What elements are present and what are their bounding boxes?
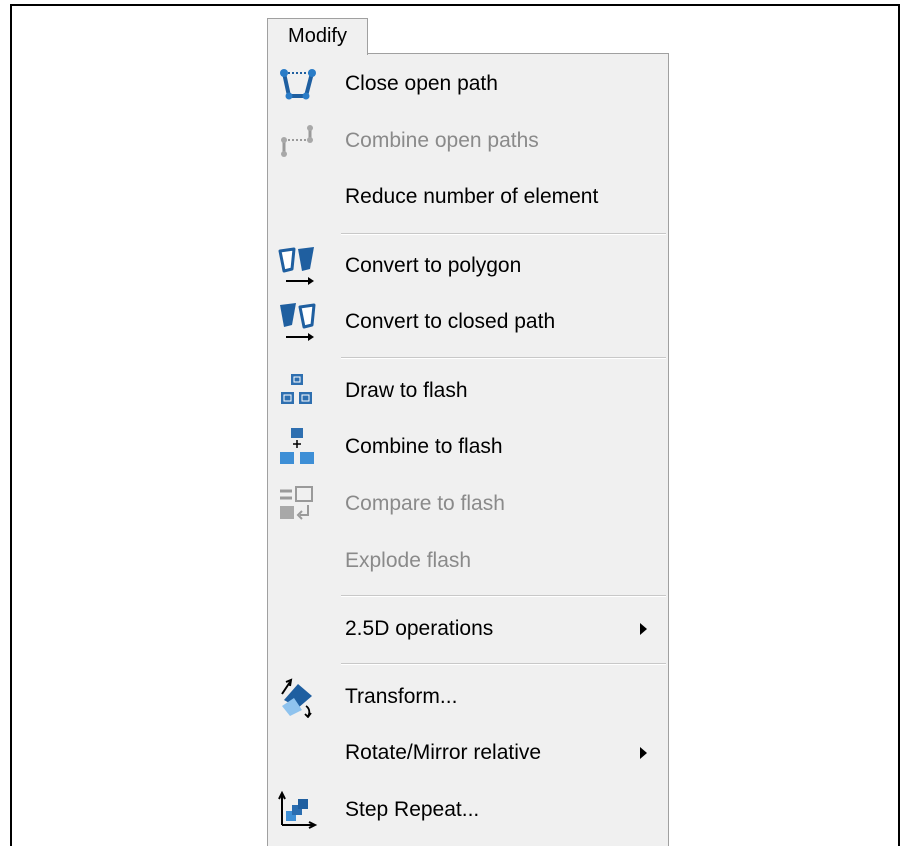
modify-dropdown-menu: Close open path Combine open paths Reduc… [267,53,669,846]
menu-item-transform[interactable]: Transform... [268,671,668,723]
menu-separator [341,357,666,359]
menu-separator [341,595,666,597]
menu-modify-tab[interactable]: Modify [267,18,368,55]
menu-item-rotate-mirror-relative[interactable]: Rotate/Mirror relative [268,727,668,779]
close-path-icon [280,69,316,100]
menu-item-compare-to-flash[interactable]: Compare to flash [268,478,668,530]
draw-flash-icon [281,374,312,404]
menu-item-label: Combine open paths [345,129,539,152]
menu-item-combine-to-flash[interactable]: Combine to flash [268,421,668,473]
menu-item-label: Close open path [345,72,498,95]
menu-item-label: Compare to flash [345,492,505,515]
menu-item-label: Combine to flash [345,435,503,458]
menu-item-explode-flash[interactable]: Explode flash [268,535,668,587]
convert-closed-path-icon [280,303,316,341]
menu-separator [341,233,666,235]
menu-item-convert-to-closed-path[interactable]: Convert to closed path [268,296,668,348]
menu-item-label: Reduce number of element [345,185,599,208]
menu-item-close-open-path[interactable]: Close open path [268,58,668,110]
step-repeat-icon [278,790,318,829]
menu-item-2-5d-operations[interactable]: 2.5D operations [268,603,668,655]
menu-item-label: Draw to flash [345,379,468,402]
menu-item-label: Convert to polygon [345,254,522,277]
menu-item-convert-to-polygon[interactable]: Convert to polygon [268,240,668,292]
menu-item-draw-to-flash[interactable]: Draw to flash [268,365,668,417]
menu-item-label: Step Repeat... [345,798,480,821]
menu-item-combine-open-paths[interactable]: Combine open paths [268,115,668,167]
convert-polygon-icon [278,247,314,285]
menu-item-label: Convert to closed path [345,310,556,333]
combine-flash-icon [280,428,314,464]
combine-paths-icon [281,125,313,157]
menu-item-label: 2.5D operations [345,617,494,640]
menu-item-label: Transform... [345,685,458,708]
submenu-arrow-icon [640,623,647,635]
menu-item-label: Explode flash [345,549,472,572]
menu-separator [341,663,666,665]
submenu-arrow-icon [640,747,647,759]
menu-item-step-repeat[interactable]: Step Repeat... [268,784,668,836]
menu-item-reduce-number-of-element[interactable]: Reduce number of element [268,171,668,223]
compare-flash-icon [280,486,313,520]
menu-item-label: Rotate/Mirror relative [345,741,542,764]
transform-icon [281,678,312,718]
